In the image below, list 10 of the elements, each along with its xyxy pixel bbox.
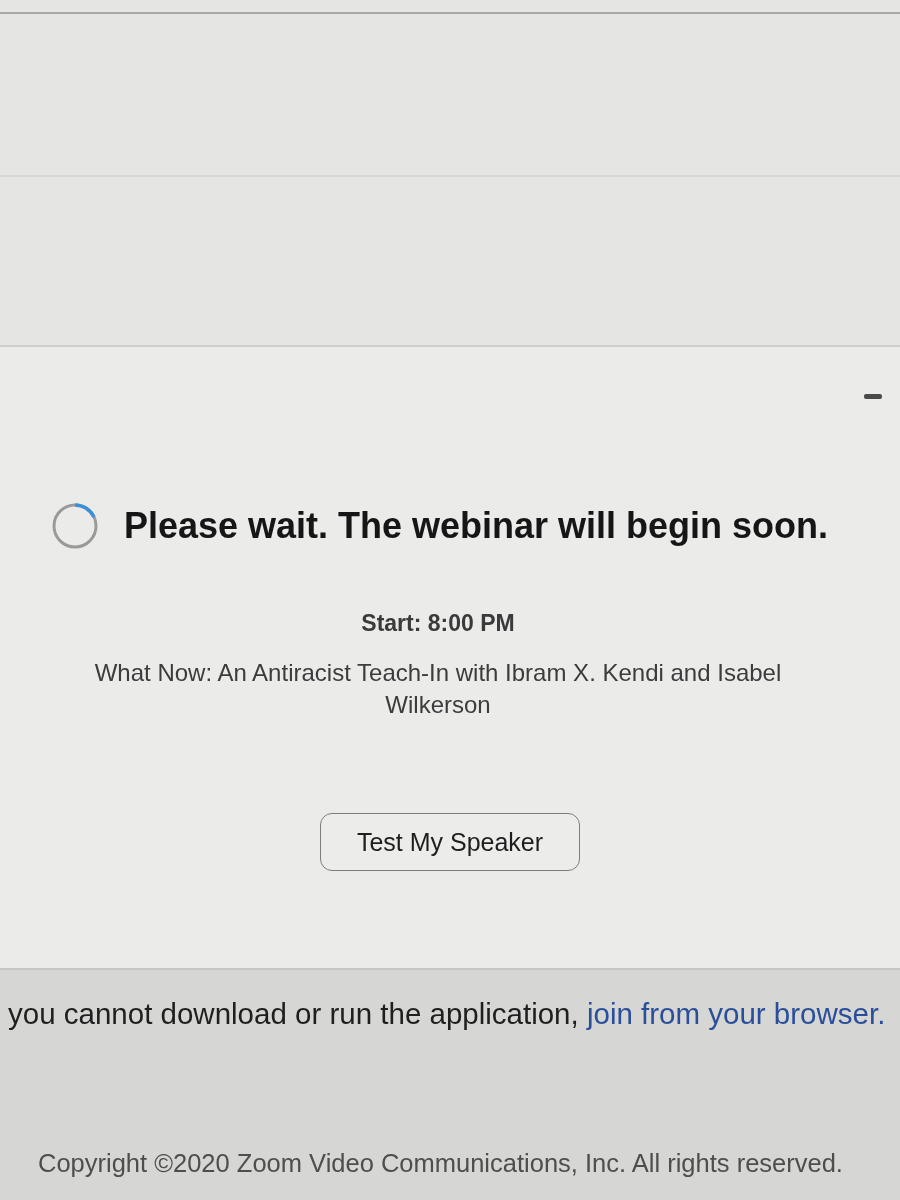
join-from-browser-link[interactable]: join from your browser. bbox=[586, 997, 886, 1030]
minimize-icon bbox=[864, 393, 882, 399]
download-notice-text: you cannot download or run the application, join from your browser. bbox=[8, 996, 887, 1032]
start-time: Start: 8:00 PM bbox=[361, 609, 515, 637]
waiting-status-heading: Please wait. The webinar will begin soon. bbox=[123, 504, 829, 548]
test-speaker-button[interactable]: Test My Speaker bbox=[320, 813, 580, 871]
copyright-text: Copyright ©2020 Zoom Video Communications, Inc. All rights reserved. bbox=[38, 1148, 844, 1178]
webinar-topic: What Now: An Antiracist Teach-In with Ibram X. Kendi and Isabel Wilkerson bbox=[93, 658, 783, 720]
loading-spinner-icon bbox=[51, 503, 98, 549]
minimize-button[interactable] bbox=[864, 391, 882, 401]
